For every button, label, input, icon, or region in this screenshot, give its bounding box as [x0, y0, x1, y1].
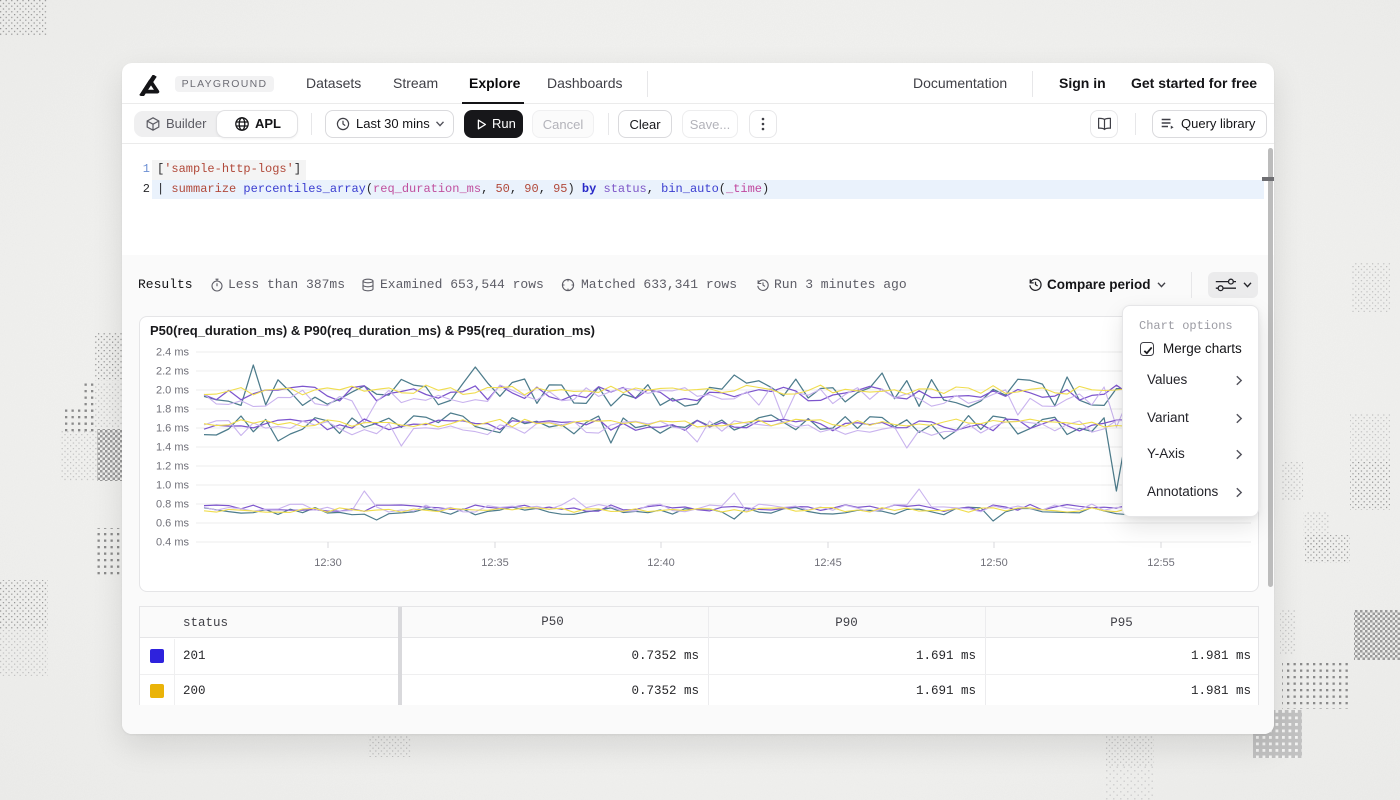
- svg-text:12:30: 12:30: [314, 557, 342, 569]
- svg-text:1.4 ms: 1.4 ms: [156, 442, 190, 454]
- svg-text:0.6 ms: 0.6 ms: [156, 518, 190, 530]
- svg-text:12:50: 12:50: [980, 557, 1008, 569]
- svg-text:1.2 ms: 1.2 ms: [156, 461, 190, 473]
- svg-text:0.4 ms: 0.4 ms: [156, 537, 190, 549]
- svg-text:1.8 ms: 1.8 ms: [156, 404, 190, 416]
- svg-text:1.0 ms: 1.0 ms: [156, 480, 190, 492]
- svg-text:12:55: 12:55: [1147, 557, 1175, 569]
- svg-text:12:40: 12:40: [647, 557, 675, 569]
- svg-text:2.0 ms: 2.0 ms: [156, 385, 190, 397]
- svg-text:2.4 ms: 2.4 ms: [156, 347, 190, 359]
- svg-text:2.2 ms: 2.2 ms: [156, 366, 190, 378]
- svg-text:12:45: 12:45: [814, 557, 842, 569]
- svg-text:12:35: 12:35: [481, 557, 509, 569]
- svg-text:0.8 ms: 0.8 ms: [156, 499, 190, 511]
- svg-text:1.6 ms: 1.6 ms: [156, 423, 190, 435]
